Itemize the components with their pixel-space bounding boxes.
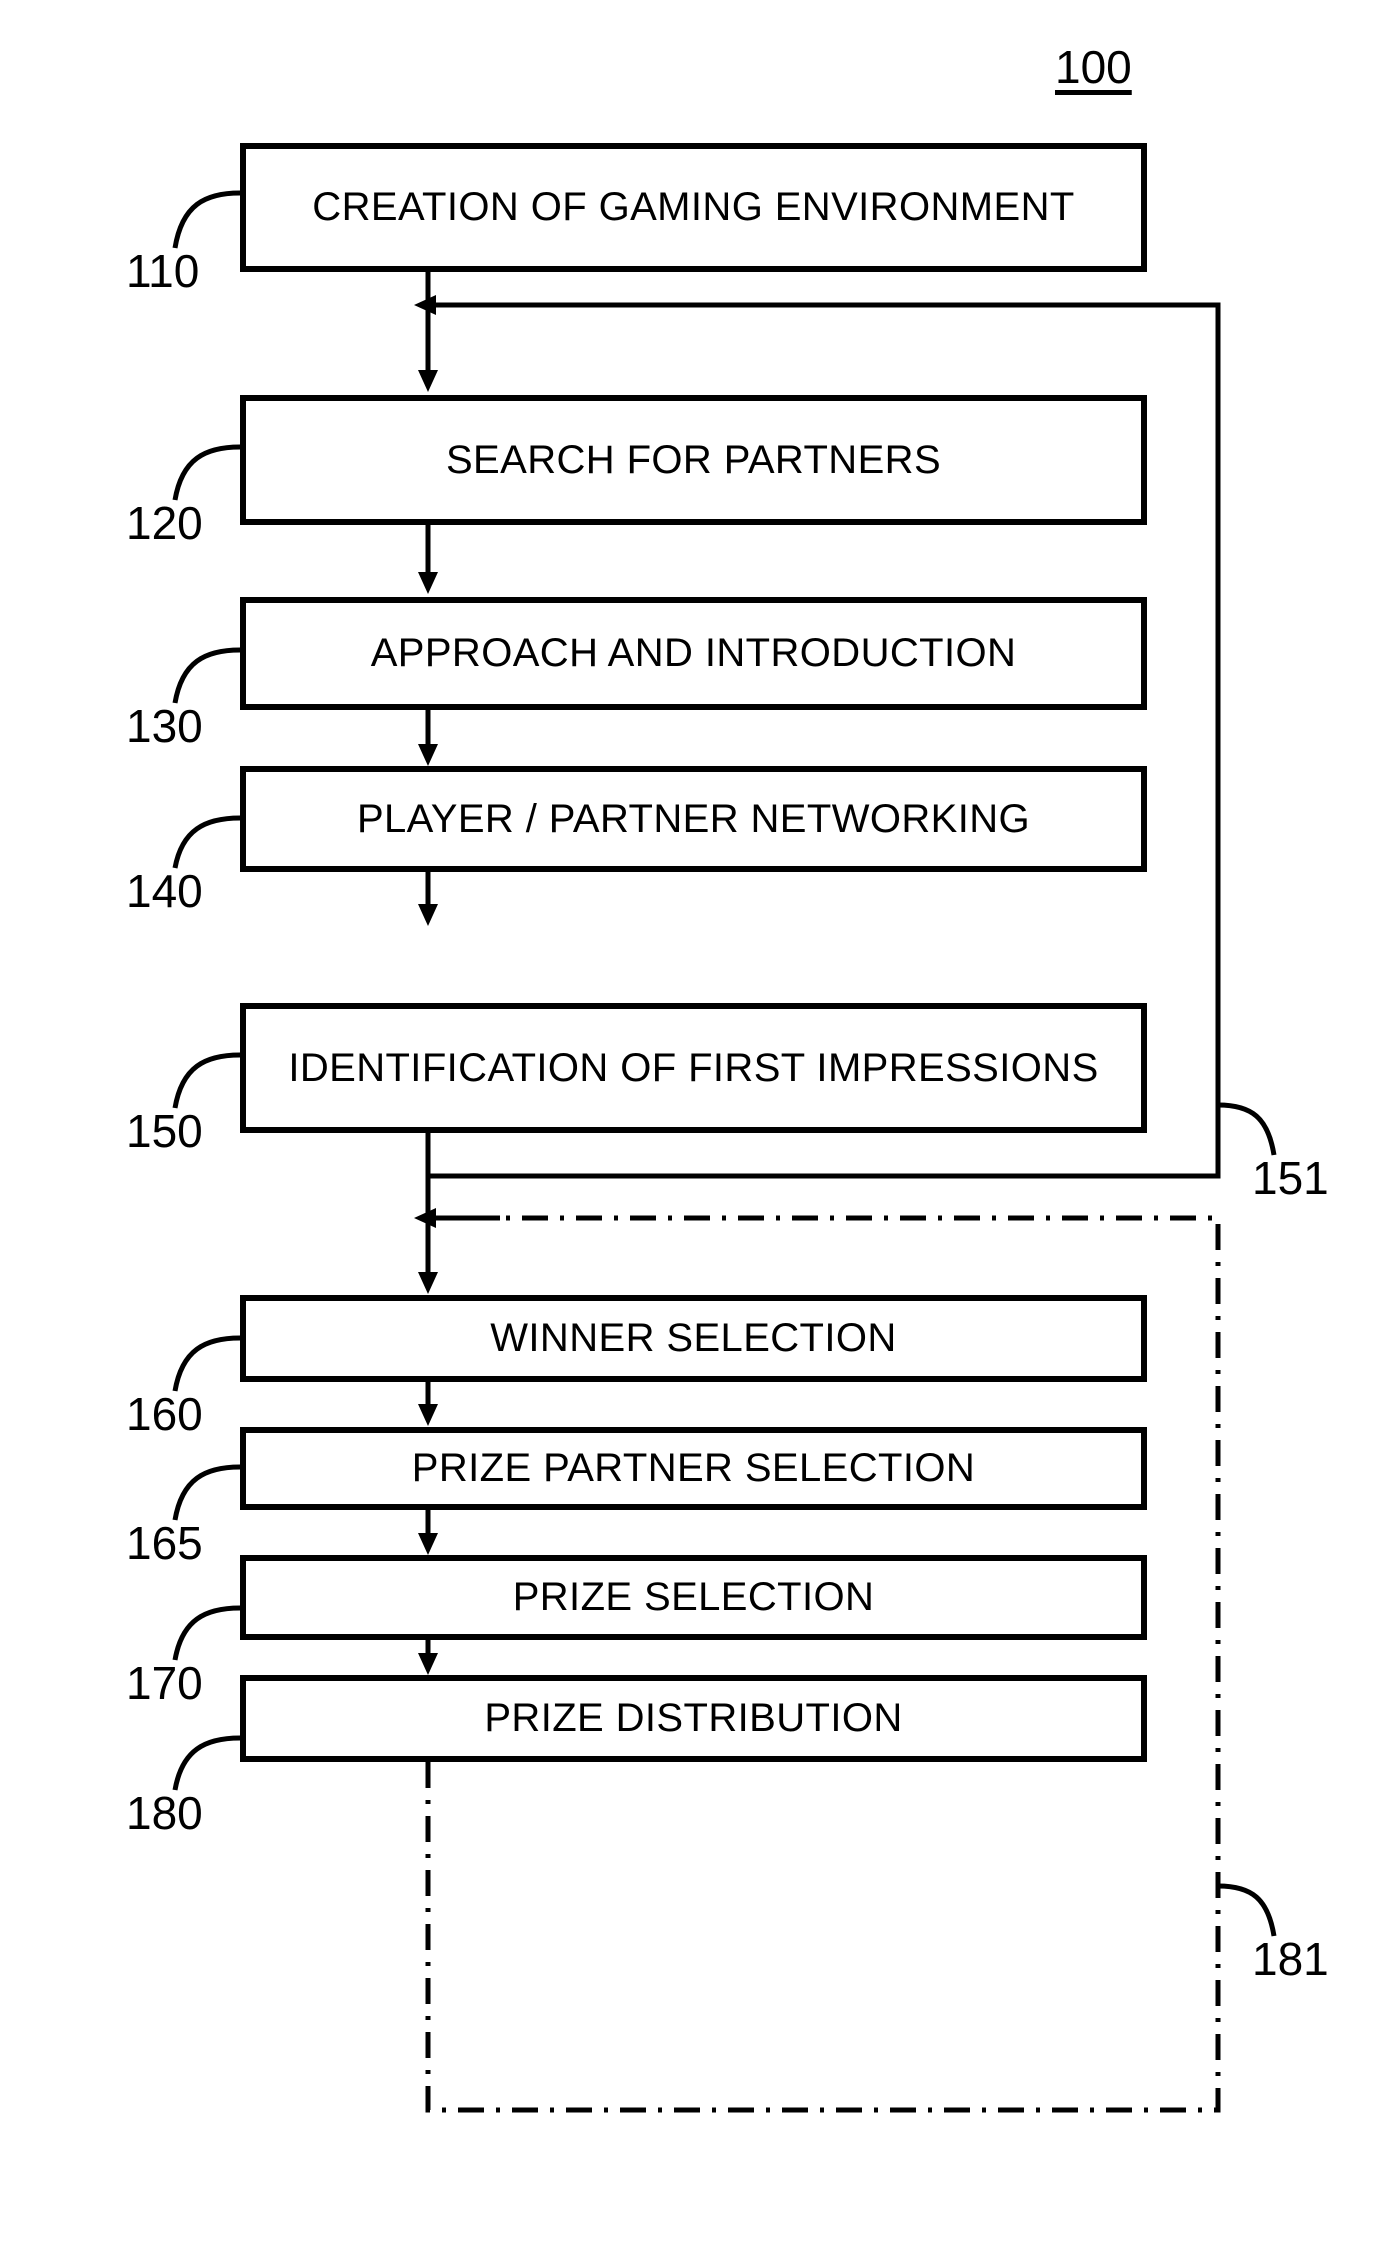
patent-figure: 100 CREATION OF GAMING ENVIRONMENT SEARC… [0, 0, 1393, 2259]
leader-150 [172, 1052, 241, 1109]
process-box-140-label: PLAYER / PARTNER NETWORKING [356, 796, 1031, 841]
process-box-160[interactable]: WINNER SELECTION [240, 1295, 1147, 1382]
leader-130 [172, 647, 241, 704]
process-box-130-label: APPROACH AND INTRODUCTION [370, 631, 1017, 675]
process-box-110[interactable]: CREATION OF GAMING ENVIRONMENT [240, 143, 1147, 272]
ref-numeral-120: 120 [126, 497, 203, 549]
leader-140 [172, 815, 241, 869]
process-box-130[interactable]: APPROACH AND INTRODUCTION [240, 597, 1147, 710]
ref-numeral-170: 170 [126, 1657, 203, 1709]
process-box-165-label: PRIZE PARTNER SELECTION [411, 1446, 976, 1490]
leader-160 [172, 1335, 241, 1392]
process-box-180-label: PRIZE DISTRIBUTION [484, 1696, 903, 1740]
process-box-180[interactable]: PRIZE DISTRIBUTION [240, 1675, 1147, 1762]
leader-110 [172, 190, 241, 249]
process-box-150[interactable]: IDENTIFICATION OF FIRST IMPRESSIONS [240, 1003, 1147, 1133]
process-box-120-label: SEARCH FOR PARTNERS [445, 437, 942, 482]
process-box-110-label: CREATION OF GAMING ENVIRONMENT [312, 185, 1075, 229]
ref-numeral-151: 151 [1252, 1152, 1329, 1204]
process-box-170[interactable]: PRIZE SELECTION [240, 1555, 1147, 1640]
process-box-165[interactable]: PRIZE PARTNER SELECTION [240, 1427, 1147, 1510]
ref-numeral-180: 180 [126, 1787, 203, 1839]
ref-numeral-160: 160 [126, 1388, 203, 1440]
leader-181 [1217, 1883, 1277, 1937]
ref-numeral-165: 165 [126, 1517, 203, 1569]
leader-165 [172, 1464, 241, 1521]
ref-numeral-140: 140 [126, 865, 203, 917]
process-box-120[interactable]: SEARCH FOR PARTNERS [240, 395, 1147, 525]
process-box-150-label: IDENTIFICATION OF FIRST IMPRESSIONS [288, 1045, 1099, 1090]
leader-180 [172, 1735, 241, 1791]
leader-151 [1217, 1102, 1277, 1156]
process-box-140[interactable]: PLAYER / PARTNER NETWORKING [240, 766, 1147, 872]
ref-numeral-110: 110 [126, 245, 200, 297]
process-box-160-label: WINNER SELECTION [490, 1316, 897, 1360]
leader-170 [172, 1605, 241, 1661]
ref-numeral-150: 150 [126, 1105, 203, 1157]
process-box-170-label: PRIZE SELECTION [512, 1575, 875, 1619]
leader-120 [172, 444, 241, 501]
ref-numeral-181: 181 [1252, 1933, 1329, 1985]
ref-numeral-130: 130 [126, 700, 203, 752]
